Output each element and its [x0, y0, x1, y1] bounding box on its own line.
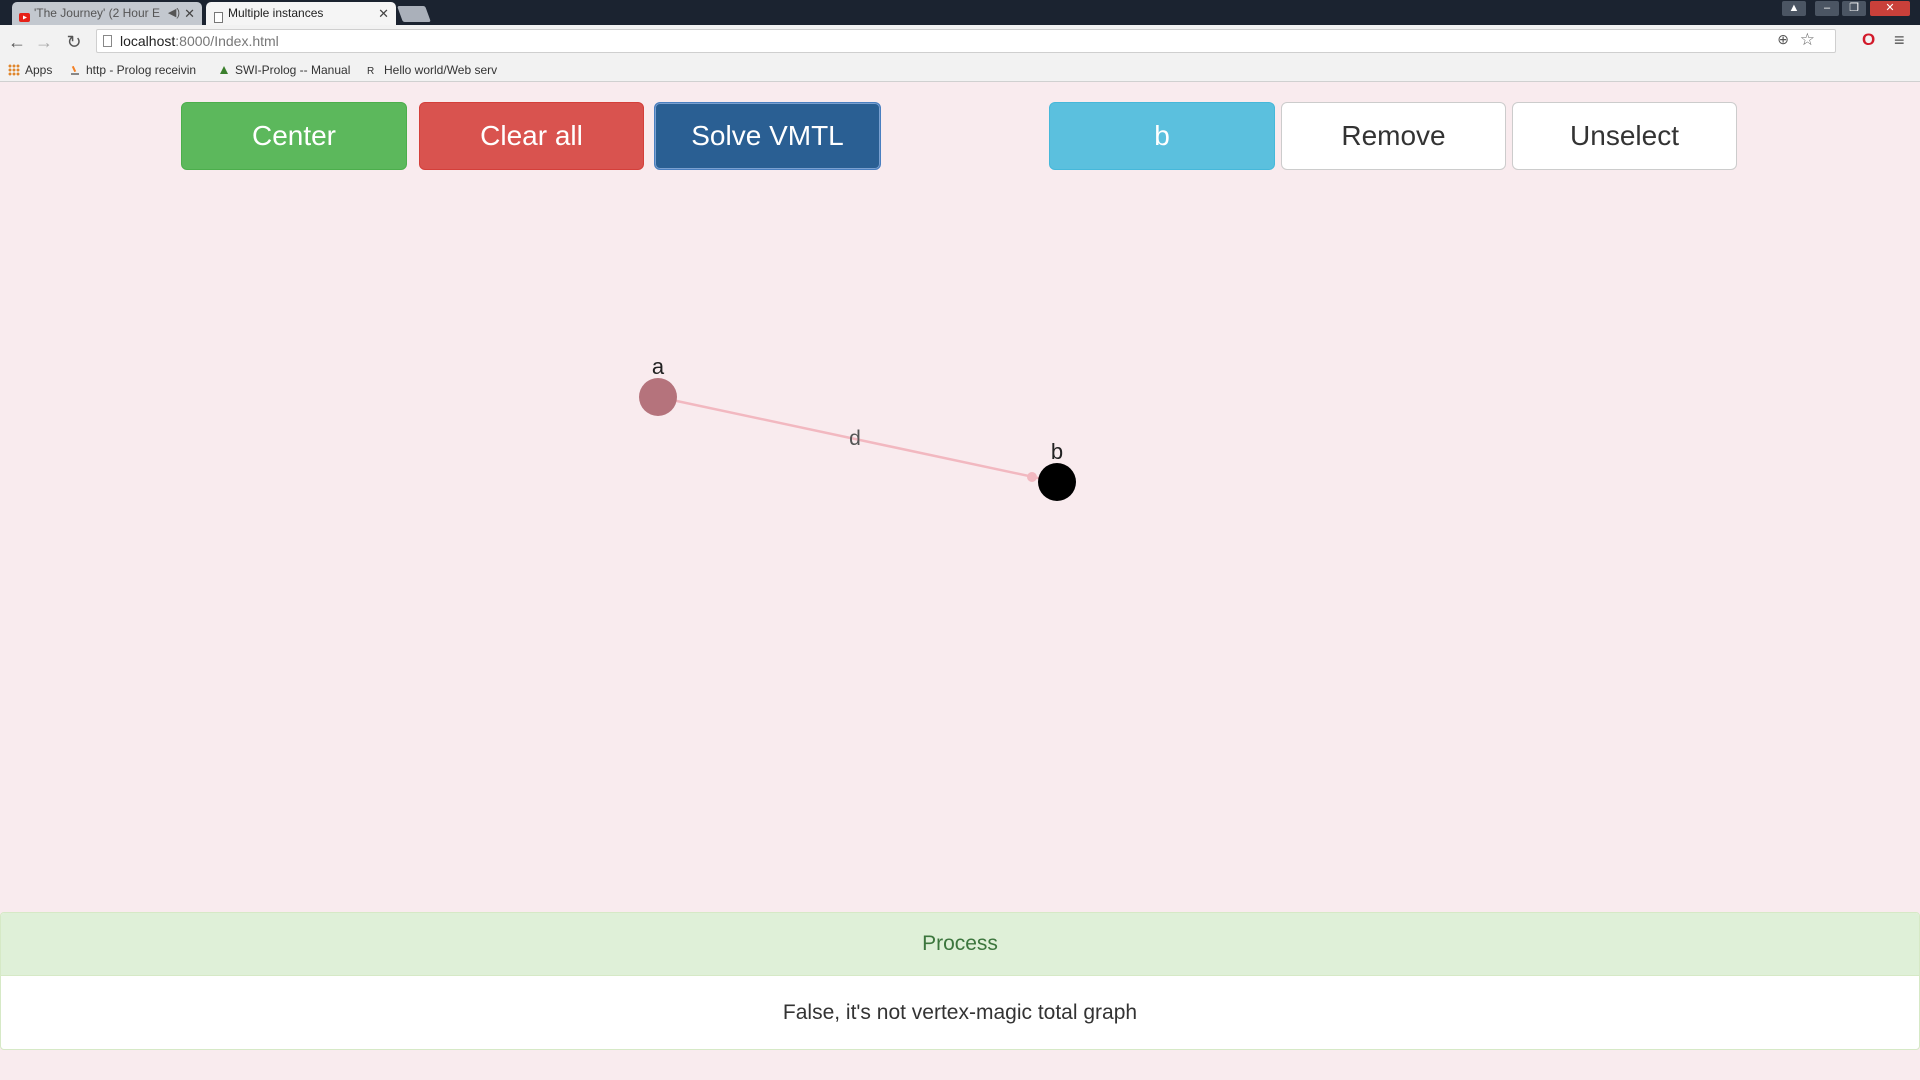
- forward-icon[interactable]: →: [32, 30, 56, 54]
- swi-prolog-icon: [218, 61, 230, 74]
- edge-label: d: [849, 427, 861, 450]
- graph-node-b[interactable]: [1038, 463, 1076, 501]
- remove-button[interactable]: Remove: [1281, 102, 1506, 170]
- url-text[interactable]: localhost:8000/Index.html: [120, 30, 279, 52]
- node-label-b: b: [1051, 439, 1063, 464]
- speaker-icon[interactable]: ◀): [168, 2, 180, 25]
- reload-icon[interactable]: ↻: [62, 30, 86, 54]
- close-tab-icon[interactable]: ✕: [184, 2, 195, 25]
- bookmarks-bar: Apps http - Prolog receivin SWI-Prolog -…: [0, 59, 1920, 82]
- user-profile-icon[interactable]: ▲: [1782, 1, 1806, 16]
- svg-text:R: R: [367, 66, 374, 76]
- unselect-button[interactable]: Unselect: [1512, 102, 1737, 170]
- graph-canvas[interactable]: d a b: [0, 185, 1920, 910]
- zoom-icon[interactable]: ⊕: [1777, 31, 1789, 48]
- tab-title: 'The Journey' (2 Hour E: [34, 6, 160, 20]
- restore-icon[interactable]: ❐: [1842, 1, 1866, 16]
- browser-tab-bar: 'The Journey' (2 Hour E ◀) ✕ Multiple in…: [0, 0, 1920, 25]
- stackoverflow-icon: [69, 61, 81, 75]
- back-icon[interactable]: ←: [5, 30, 29, 54]
- bookmark-swi-prolog-manual[interactable]: SWI-Prolog -- Manual: [218, 59, 350, 81]
- bookmark-star-icon[interactable]: ☆: [1800, 30, 1815, 50]
- edge-endpoint-marker: [1027, 472, 1037, 482]
- page-icon: [213, 8, 224, 23]
- tab-title: Multiple instances: [228, 6, 324, 20]
- graph-node-a[interactable]: [639, 378, 677, 416]
- process-heading: Process: [1, 913, 1919, 976]
- browser-tab-multiple-instances[interactable]: Multiple instances ✕: [206, 2, 396, 25]
- solve-vmtl-button[interactable]: Solve VMTL: [654, 102, 881, 170]
- youtube-icon: [19, 8, 30, 22]
- address-bar[interactable]: localhost:8000/Index.html ⊕ ☆: [96, 29, 1836, 53]
- window-close-icon[interactable]: ✕: [1870, 1, 1910, 16]
- bookmark-hello-world[interactable]: R Hello world/Web serv: [367, 59, 500, 81]
- new-tab-button[interactable]: [397, 6, 431, 22]
- graph-svg[interactable]: d a b: [0, 185, 1920, 905]
- process-panel: Process False, it's not vertex-magic tot…: [0, 912, 1920, 1050]
- browser-toolbar: ← → ↻ localhost:8000/Index.html ⊕ ☆ O ≡: [0, 25, 1920, 59]
- bookmark-apps[interactable]: Apps: [8, 59, 52, 81]
- opera-extension-icon[interactable]: O: [1862, 30, 1875, 50]
- rosetta-code-icon: R: [367, 61, 379, 77]
- minimize-icon[interactable]: –: [1815, 1, 1839, 16]
- center-button[interactable]: Center: [181, 102, 407, 170]
- process-result: False, it's not vertex-magic total graph: [782, 1001, 1138, 1024]
- apps-grid-icon: [8, 64, 20, 76]
- bookmark-prolog-receiving[interactable]: http - Prolog receivin: [69, 59, 204, 81]
- browser-menu-icon[interactable]: ≡: [1894, 30, 1905, 51]
- selected-node-button[interactable]: b: [1049, 102, 1275, 170]
- close-tab-icon[interactable]: ✕: [378, 2, 389, 25]
- clear-all-button[interactable]: Clear all: [419, 102, 644, 170]
- browser-tab-youtube[interactable]: 'The Journey' (2 Hour E ◀) ✕: [12, 2, 202, 25]
- node-label-a: a: [652, 354, 665, 379]
- page-info-icon[interactable]: [103, 35, 112, 47]
